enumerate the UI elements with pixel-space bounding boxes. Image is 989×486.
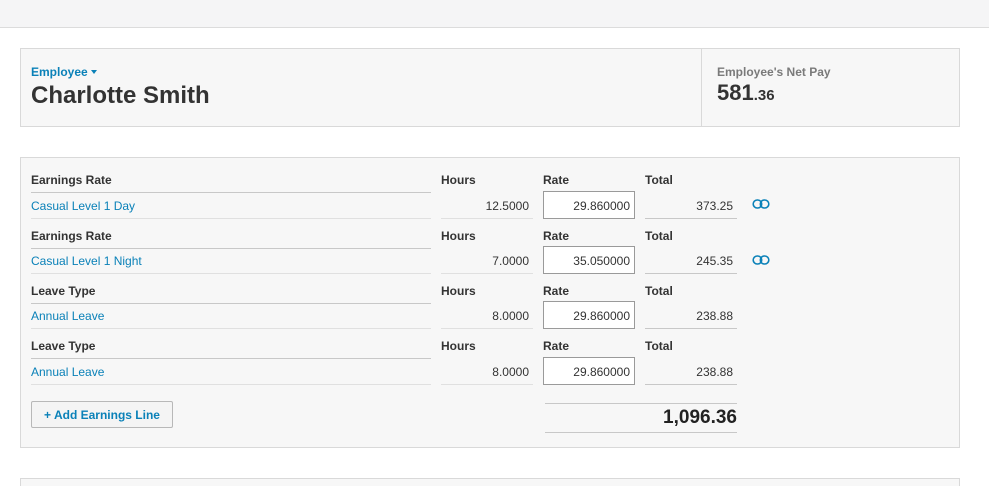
total-value: 238.88	[645, 301, 737, 329]
net-pay-main: 581	[717, 80, 754, 105]
employee-label: Employee	[31, 65, 88, 79]
hours-header: Hours	[441, 284, 476, 298]
total-value: 373.25	[645, 191, 737, 219]
rate-input[interactable]: 35.050000	[543, 246, 635, 274]
rate-input[interactable]: 29.860000	[543, 357, 635, 385]
link-icon[interactable]	[752, 198, 770, 210]
link-icon[interactable]	[752, 254, 770, 266]
caret-down-icon	[90, 69, 97, 74]
net-pay-label: Employee's Net Pay	[717, 65, 831, 79]
hours-value: 7.0000	[441, 246, 533, 274]
type-header: Leave Type	[31, 284, 431, 304]
next-section-card	[20, 478, 960, 486]
employee-dropdown[interactable]: Employee	[31, 65, 97, 79]
leave-type-link[interactable]: Annual Leave	[31, 365, 431, 385]
total-value: 245.35	[645, 246, 737, 274]
earnings-type-link[interactable]: Casual Level 1 Night	[31, 254, 431, 274]
type-header: Leave Type	[31, 339, 431, 359]
hours-value: 12.5000	[441, 191, 533, 219]
type-header: Earnings Rate	[31, 229, 431, 249]
rate-header: Rate	[543, 339, 570, 353]
hours-value: 8.0000	[441, 301, 533, 329]
hours-header: Hours	[441, 173, 476, 187]
rate-header: Rate	[543, 284, 570, 298]
hours-value: 8.0000	[441, 357, 533, 385]
earnings-card: Earnings Rate Hours Rate Total Casual Le…	[20, 157, 960, 448]
rate-input[interactable]: 29.860000	[543, 301, 635, 329]
total-value: 238.88	[645, 357, 737, 385]
top-bar	[0, 0, 989, 28]
add-earnings-line-button[interactable]: + Add Earnings Line	[31, 401, 173, 428]
type-header: Earnings Rate	[31, 173, 431, 193]
net-pay-decimal: .36	[753, 87, 775, 104]
total-header: Total	[645, 284, 673, 298]
total-header: Total	[645, 229, 673, 243]
rate-header: Rate	[543, 173, 570, 187]
total-header: Total	[645, 339, 673, 353]
hours-header: Hours	[441, 229, 476, 243]
earnings-grand-total: 1,096.36	[545, 403, 737, 433]
hours-header: Hours	[441, 339, 476, 353]
total-header: Total	[645, 173, 673, 187]
employee-name: Charlotte Smith	[31, 82, 210, 109]
earnings-type-link[interactable]: Casual Level 1 Day	[31, 199, 431, 219]
employee-section: Employee Charlotte Smith	[21, 49, 702, 126]
net-pay-value: 581.36	[717, 80, 775, 106]
leave-type-link[interactable]: Annual Leave	[31, 309, 431, 329]
employee-card: Employee Charlotte Smith Employee's Net …	[20, 48, 960, 127]
rate-header: Rate	[543, 229, 570, 243]
rate-input[interactable]: 29.860000	[543, 191, 635, 219]
